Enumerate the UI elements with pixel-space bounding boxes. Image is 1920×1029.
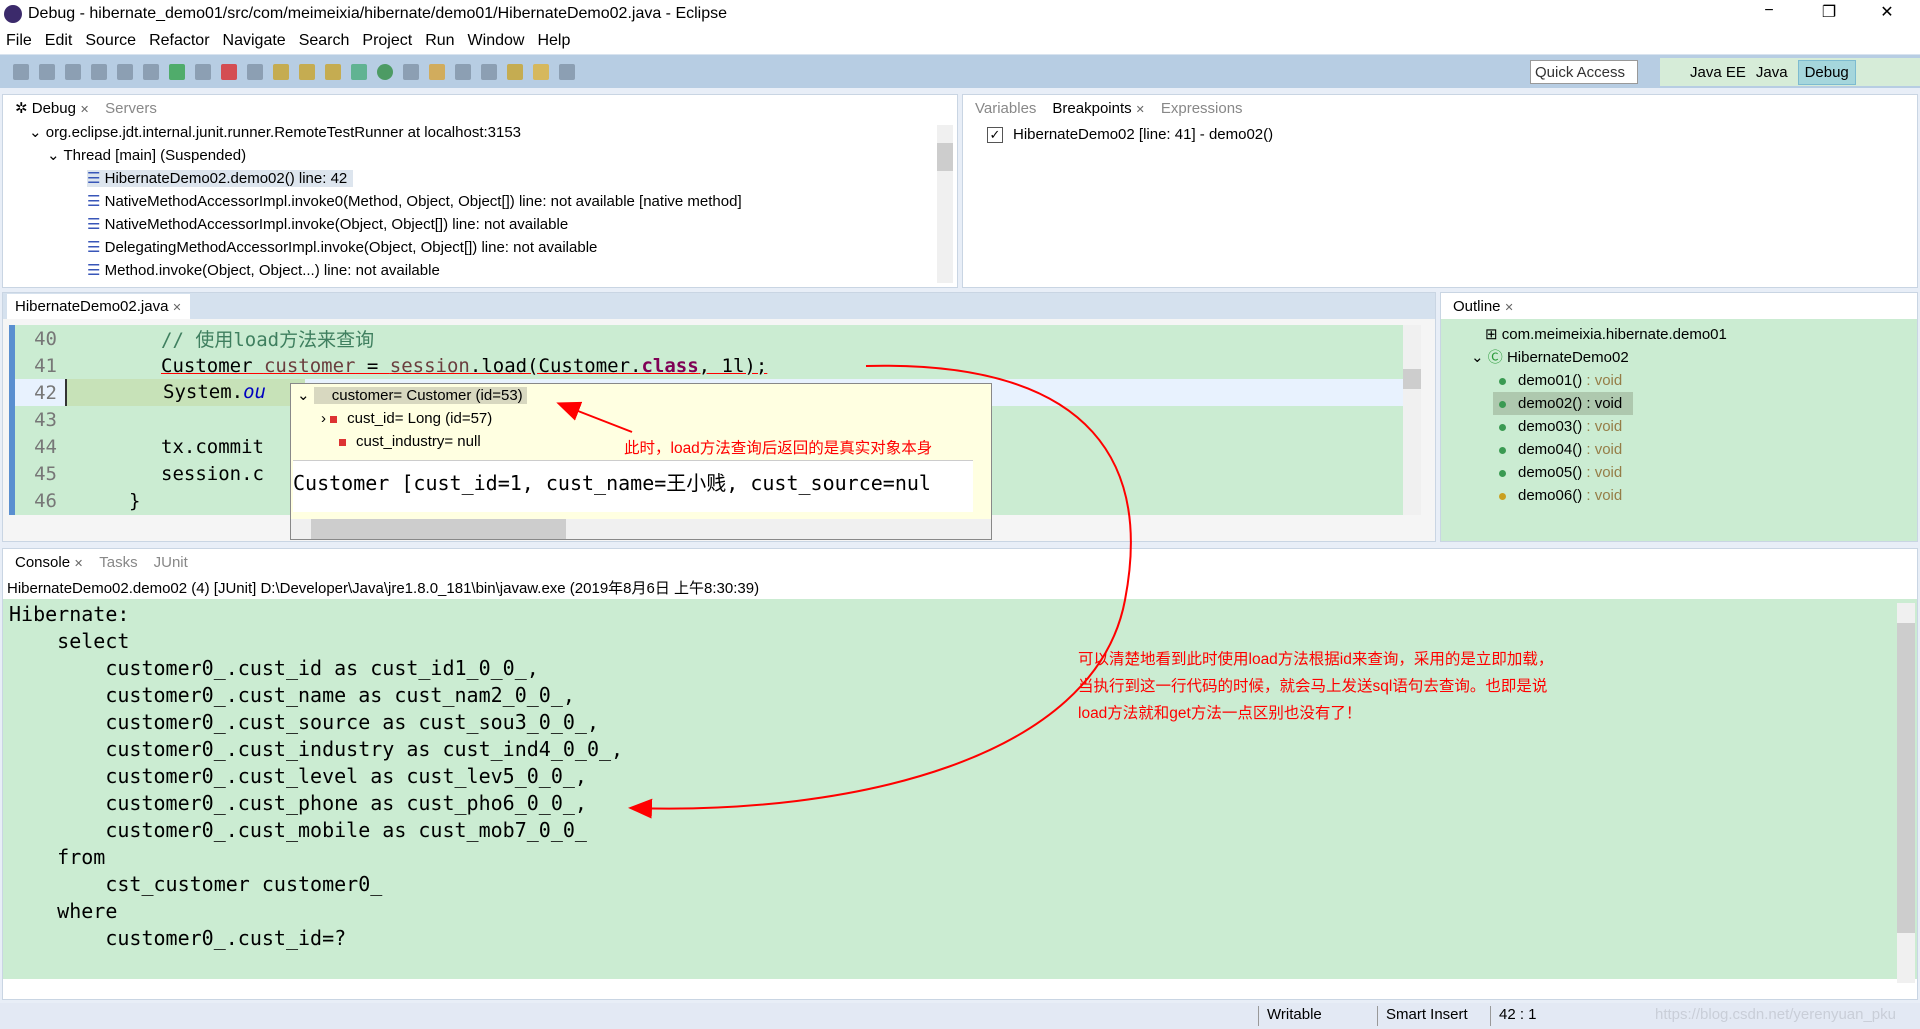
annotation-arrows — [556, 364, 1132, 819]
status-writable: Writable — [1258, 1006, 1322, 1026]
status-bar: Writable Smart Insert 42 : 1 https://blo… — [0, 1003, 1920, 1029]
status-insert-mode: Smart Insert — [1377, 1006, 1468, 1026]
status-cursor-position: 42 : 1 — [1490, 1006, 1537, 1026]
arrow-to-console — [628, 364, 1132, 819]
arrow-to-popup — [556, 401, 633, 433]
watermark: https://blog.csdn.net/yerenyuan_pku — [1655, 1006, 1896, 1023]
